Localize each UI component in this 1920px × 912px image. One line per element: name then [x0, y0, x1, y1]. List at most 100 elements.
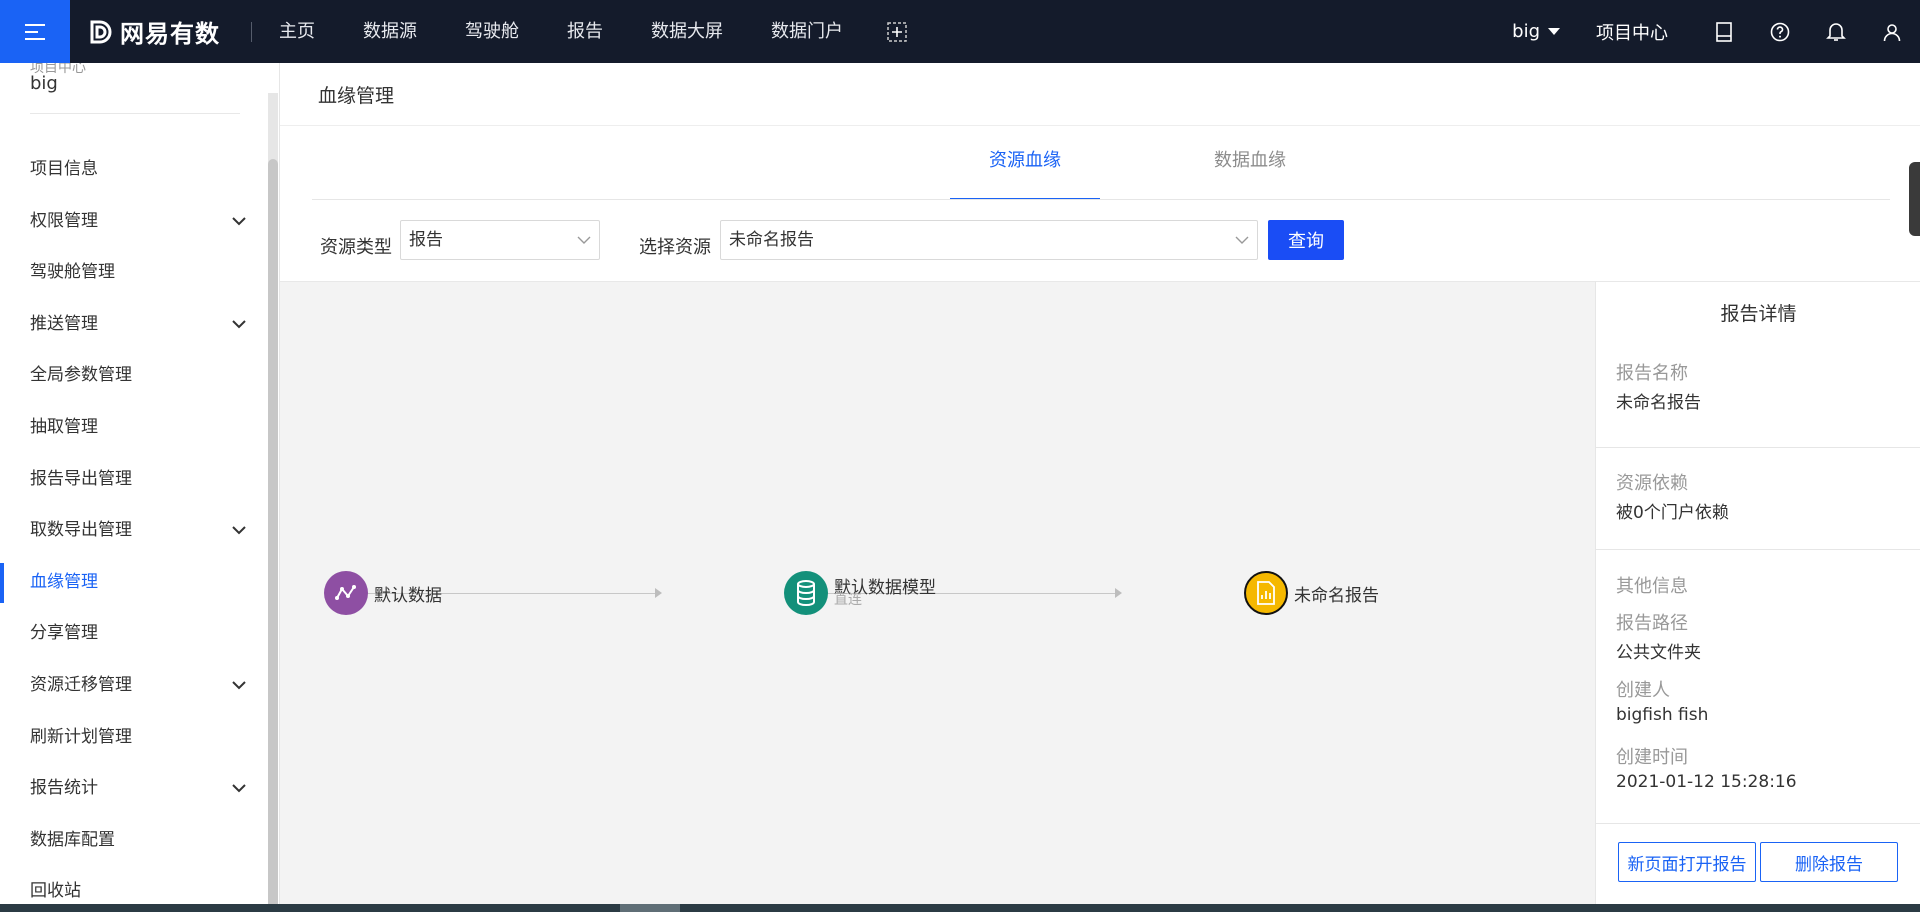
user-menu[interactable]: big: [1512, 21, 1560, 42]
nav-report[interactable]: 报告: [543, 0, 627, 63]
sidebar-item-label: 回收站: [30, 881, 81, 902]
nav-cockpit[interactable]: 驾驶舱: [441, 0, 543, 63]
sidebar-scrollbar-thumb[interactable]: [268, 159, 278, 912]
main-nav: 主页 数据源 驾驶舱 报告 数据大屏 数据门户: [255, 0, 927, 63]
menu-toggle-button[interactable]: [0, 0, 70, 63]
nav-home[interactable]: 主页: [255, 0, 339, 63]
chevron-down-icon: [232, 196, 246, 248]
bell-icon: [1826, 23, 1846, 41]
chevron-down-icon: [232, 660, 246, 712]
report-path-label: 报告路径: [1616, 613, 1688, 634]
logo[interactable]: 网易有数: [88, 0, 220, 63]
sidebar-item-label: 资源迁移管理: [30, 674, 132, 695]
delete-report-button[interactable]: 删除报告: [1760, 842, 1898, 882]
lineage-node-label: 未命名报告: [1294, 585, 1379, 606]
bookmark-button[interactable]: [1696, 0, 1752, 63]
details-divider: [1596, 447, 1920, 448]
report-name-value: 未命名报告: [1616, 393, 1701, 413]
other-info-label: 其他信息: [1616, 576, 1688, 597]
report-icon: [1244, 571, 1288, 615]
database-icon: [784, 571, 828, 615]
sidebar-item-lineage[interactable]: 血缘管理: [0, 557, 268, 609]
bottom-scrollbar-thumb[interactable]: [620, 904, 680, 912]
chevron-down-icon: [1235, 221, 1249, 259]
sidebar-item-refresh-plan[interactable]: 刷新计划管理: [0, 712, 268, 764]
sidebar-item-label: 取数导出管理: [30, 520, 132, 541]
book-icon: [1716, 21, 1732, 42]
lineage-canvas[interactable]: 默认数据 默认数据模型 直连 未命名报告: [280, 281, 1595, 912]
lineage-node-report[interactable]: 未命名报告: [1244, 571, 1379, 615]
creator-value: bigfish fish: [1616, 705, 1709, 725]
sidebar-item-label: 刷新计划管理: [30, 726, 132, 747]
arrow-head-icon: [655, 588, 662, 598]
sidebar-item-label: 推送管理: [30, 313, 98, 334]
select-resource-select[interactable]: 未命名报告: [720, 220, 1258, 260]
sidebar-item-push[interactable]: 推送管理: [0, 299, 268, 351]
report-name-label: 报告名称: [1616, 363, 1688, 384]
help-icon: [1770, 22, 1790, 41]
details-divider: [1596, 549, 1920, 550]
caret-down-icon: [1548, 27, 1560, 35]
nav-add-button[interactable]: [867, 0, 927, 63]
sidebar-item-label: 驾驶舱管理: [30, 262, 115, 283]
header-right: big 项目中心: [1512, 0, 1920, 63]
side-drawer-handle[interactable]: [1909, 162, 1920, 236]
bottom-scrollbar[interactable]: [0, 904, 1920, 912]
help-button[interactable]: [1752, 0, 1808, 63]
sidebar-item-label: 数据库配置: [30, 829, 115, 850]
dependency-label: 资源依赖: [1616, 473, 1688, 494]
sidebar-item-permissions[interactable]: 权限管理: [0, 196, 268, 248]
resource-type-select[interactable]: 报告: [400, 220, 600, 260]
chevron-down-icon: [232, 505, 246, 557]
sidebar-item-extract[interactable]: 抽取管理: [0, 402, 268, 454]
header-divider: [251, 22, 252, 42]
filter-bar: 资源类型 报告 选择资源 未命名报告 查询: [280, 220, 1920, 268]
sidebar-item-label: 权限管理: [30, 210, 98, 231]
sidebar-item-share[interactable]: 分享管理: [0, 608, 268, 660]
notification-button[interactable]: [1808, 0, 1864, 63]
dependency-value: 被0个门户依赖: [1616, 503, 1729, 523]
datasource-icon: [324, 571, 368, 615]
query-button[interactable]: 查询: [1268, 220, 1344, 260]
user-name: big: [1512, 21, 1540, 42]
creator-label: 创建人: [1616, 680, 1670, 701]
sidebar-item-report-stats[interactable]: 报告统计: [0, 763, 268, 815]
report-details-panel: 报告详情 报告名称 未命名报告 资源依赖 被0个门户依赖 其他信息 报告路径 公…: [1595, 281, 1920, 912]
sidebar-item-label: 项目信息: [30, 159, 98, 179]
sidebar-scrollbar[interactable]: [268, 93, 278, 912]
title-divider: [280, 125, 1920, 126]
project-center-link[interactable]: 项目中心: [1596, 19, 1668, 45]
sidebar-item-label: 血缘管理: [30, 571, 98, 592]
tabs-divider: [312, 199, 1890, 200]
open-report-button[interactable]: 新页面打开报告: [1618, 842, 1756, 882]
sidebar-item-global-params[interactable]: 全局参数管理: [0, 350, 268, 402]
account-button[interactable]: [1864, 0, 1920, 63]
nav-bigscreen[interactable]: 数据大屏: [627, 0, 747, 63]
sidebar-project-name: big: [30, 73, 58, 94]
sidebar: 项目中心 big 项目信息 权限管理 驾驶舱管理 推送管理 全局参数管理 抽取管…: [0, 63, 280, 912]
sidebar-item-migration[interactable]: 资源迁移管理: [0, 660, 268, 712]
lineage-node-datamodel[interactable]: 默认数据模型 直连: [784, 571, 936, 615]
created-time-value: 2021-01-12 15:28:16: [1616, 772, 1797, 792]
nav-portal[interactable]: 数据门户: [747, 0, 867, 63]
created-time-label: 创建时间: [1616, 747, 1688, 768]
sidebar-menu: 项目信息 权限管理 驾驶舱管理 推送管理 全局参数管理 抽取管理 报告导出管理 …: [0, 144, 268, 912]
arrow-head-icon: [1115, 588, 1122, 598]
sidebar-item-cockpit[interactable]: 驾驶舱管理: [0, 247, 268, 299]
select-resource-value: 未命名报告: [729, 230, 814, 250]
lineage-node-datasource[interactable]: 默认数据: [324, 571, 442, 615]
chevron-down-icon: [232, 763, 246, 815]
lineage-node-label: 默认数据: [374, 585, 442, 606]
resource-type-value: 报告: [409, 230, 443, 250]
sidebar-item-data-export[interactable]: 取数导出管理: [0, 505, 268, 557]
sidebar-divider: [30, 113, 240, 114]
lineage-node-subtitle: 直连: [834, 591, 862, 608]
logo-text: 网易有数: [120, 20, 220, 48]
chevron-down-icon: [577, 221, 591, 259]
sidebar-item-report-export[interactable]: 报告导出管理: [0, 454, 268, 506]
sidebar-item-database-config[interactable]: 数据库配置: [0, 815, 268, 867]
select-resource-label: 选择资源: [639, 237, 711, 258]
sidebar-item-project-info[interactable]: 项目信息: [0, 144, 268, 196]
nav-datasource[interactable]: 数据源: [339, 0, 441, 63]
user-icon: [1883, 23, 1901, 41]
